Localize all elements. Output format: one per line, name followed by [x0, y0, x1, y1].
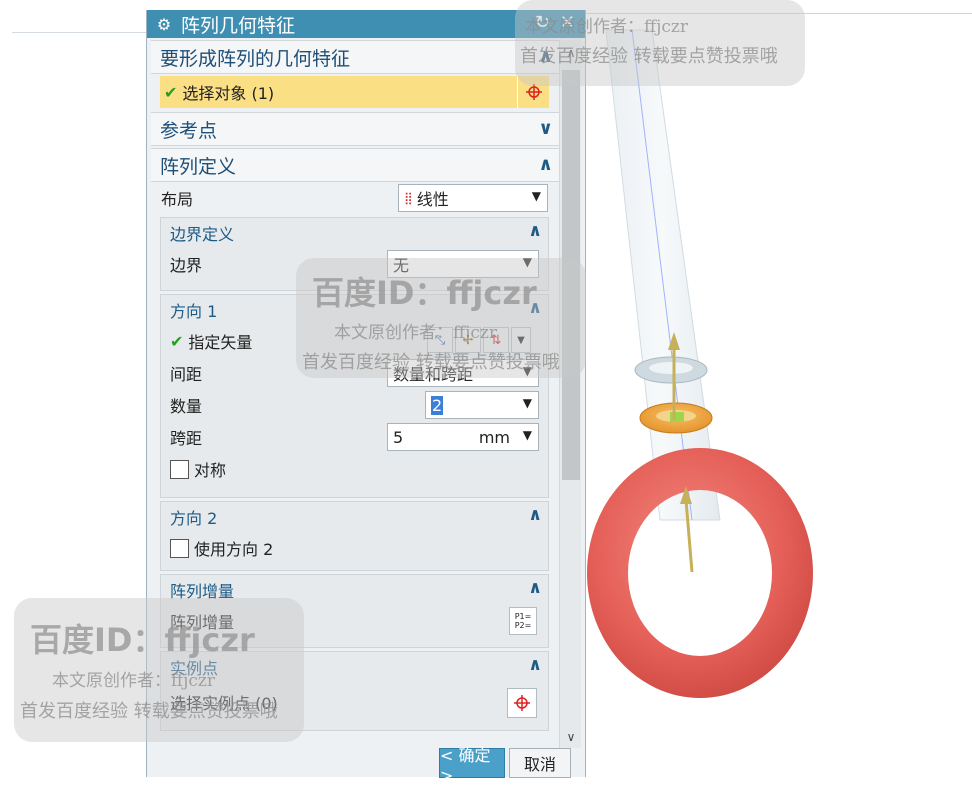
span-value: 5 [393, 427, 404, 447]
span-unit: mm [478, 427, 510, 447]
use-direction2-label: 使用方向 2 [194, 540, 274, 559]
check-icon: ✔ [164, 82, 178, 102]
span-label: 跨距 [170, 429, 203, 448]
direction2-title: 方向 2 [170, 509, 218, 528]
cancel-button[interactable]: 取消 [509, 748, 571, 778]
direction2-header[interactable]: 方向 2 ∧ [161, 502, 548, 532]
count-row: 数量 2 ▼ [161, 389, 548, 421]
watermark-author: 本文原创作者：ffjczr [525, 17, 688, 37]
watermark-publish: 首发百度经验 转载要点赞投票哦 [520, 46, 778, 67]
section-reference-point-header[interactable]: 参考点 ∨ [151, 112, 559, 146]
direction2-group: 方向 2 ∧ 使用方向 2 [160, 501, 549, 571]
watermark-publish: 首发百度经验 转载要点赞投票哦 [20, 701, 278, 722]
transparent-cylinder [605, 29, 721, 521]
layout-value: 线性 [416, 190, 449, 209]
gear-icon[interactable]: ⚙ [147, 15, 181, 34]
red-ring [587, 448, 813, 698]
spacing-label: 间距 [170, 365, 203, 384]
symmetric-row: 对称 [161, 453, 548, 485]
symmetric-label: 对称 [194, 461, 227, 480]
direction1-title: 方向 1 [170, 302, 218, 321]
dialog-buttons: < 确定 > 取消 [439, 746, 571, 785]
dialog-title: 阵列几何特征 [181, 14, 296, 37]
chevron-up-icon[interactable]: ∧ [528, 655, 542, 675]
increment-table-icon[interactable]: P1= P2= [509, 607, 537, 635]
check-icon: ✔ [170, 331, 184, 351]
specify-vector-label: 指定矢量 [188, 333, 253, 352]
watermark-publish: 首发百度经验 转载要点赞投票哦 [302, 352, 560, 373]
count-input[interactable]: 2 ▼ [425, 391, 539, 419]
select-object-label: 选择对象 (1) [182, 84, 275, 103]
chevron-down-icon[interactable]: ∨ [538, 118, 553, 139]
boundary-header[interactable]: 边界定义 ∧ [161, 218, 548, 248]
dropdown-arrow-icon: ▼ [522, 428, 532, 442]
section-array-def-title: 阵列定义 [160, 155, 237, 178]
boundary-label: 边界 [170, 256, 203, 275]
dropdown-arrow-icon: ▼ [531, 189, 541, 203]
orange-ring [639, 402, 713, 434]
linear-grid-icon: ⣿ [404, 191, 413, 205]
select-object-row[interactable]: ✔ 选择对象 (1) [160, 76, 549, 108]
watermark-author: 本文原创作者：ffjczr [334, 323, 497, 343]
chevron-up-icon[interactable]: ∧ [538, 154, 553, 175]
chevron-up-icon[interactable]: ∧ [528, 221, 542, 241]
watermark-id: 百度ID：ffjczr [30, 621, 255, 659]
layout-select[interactable]: ⣿ 线性 ▼ [398, 184, 548, 212]
watermark-author: 本文原创作者：ffjczr [52, 671, 215, 691]
grey-ring [634, 356, 708, 384]
dropdown-arrow-icon: ▼ [522, 396, 532, 410]
watermark-id: 百度ID：ffjczr [312, 274, 537, 312]
layout-row: 布局 ⣿ 线性 ▼ [151, 182, 559, 214]
chevron-up-icon[interactable]: ∧ [528, 578, 542, 598]
boundary-title: 边界定义 [170, 225, 235, 244]
scroll-down-icon[interactable]: ∨ [560, 730, 582, 744]
layout-label: 布局 [161, 190, 194, 209]
chevron-up-icon[interactable]: ∧ [528, 505, 542, 525]
dialog-scrollbar[interactable]: ∧ ∨ [559, 40, 581, 748]
section-features-title: 要形成阵列的几何特征 [160, 47, 351, 70]
count-value: 2 [431, 395, 444, 415]
section-features-header[interactable]: 要形成阵列的几何特征 ∧ [151, 40, 559, 74]
span-row: 跨距 5 mm ▼ [161, 421, 548, 453]
crosshair-icon[interactable] [507, 688, 537, 718]
section-reference-point-title: 参考点 [160, 119, 218, 142]
span-input[interactable]: 5 mm ▼ [387, 423, 539, 451]
count-label: 数量 [170, 397, 203, 416]
use-direction2-row: 使用方向 2 [161, 532, 548, 564]
use-direction2-checkbox[interactable] [170, 538, 189, 558]
section-array-def-header[interactable]: 阵列定义 ∧ [151, 148, 559, 182]
ok-button[interactable]: < 确定 > [439, 746, 505, 785]
symmetric-checkbox[interactable] [170, 459, 189, 479]
